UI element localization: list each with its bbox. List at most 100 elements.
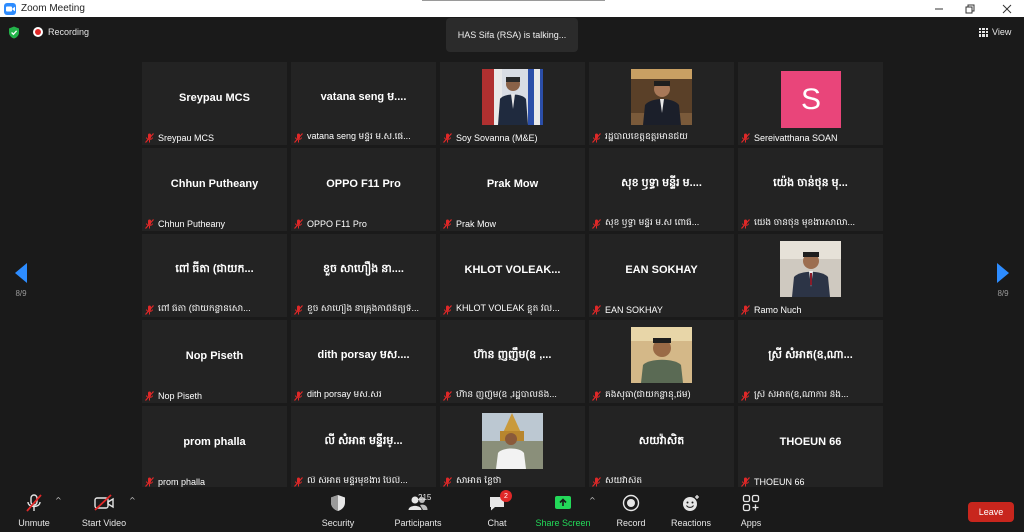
previous-page-button[interactable]: 8/9	[12, 263, 30, 298]
page-indicator-right: 8/9	[997, 289, 1009, 298]
leave-button[interactable]: Leave	[968, 502, 1014, 522]
participant-video-image	[482, 69, 543, 125]
participant-tile[interactable]: Sreypau MCS Sreypau MCS	[142, 62, 287, 145]
participant-tile[interactable]: dith porsay មស.... dith porsay មស.សរ	[291, 320, 436, 403]
restore-button[interactable]	[953, 0, 987, 17]
muted-mic-icon	[294, 304, 303, 315]
participant-label-text: KHLOT VOLEAK ខ្លុត វល័...	[456, 304, 560, 313]
chat-button[interactable]: 2 Chat	[482, 490, 512, 528]
reactions-button[interactable]: Reactions	[668, 492, 714, 528]
apps-button[interactable]: Apps	[737, 492, 765, 528]
participant-label-text: ហ៊ាន ញញឹម(ឧ ,រដ្ឋបាលនិង...	[456, 390, 557, 399]
participant-label-text: រដ្ឋបាលខេត្តឧត្តរមានជ័យ	[605, 132, 688, 141]
participant-display-name: THOEUN 66	[779, 436, 842, 448]
participant-tile[interactable]: Chhun Putheany Chhun Putheany	[142, 148, 287, 231]
grid-view-icon	[979, 27, 988, 37]
participant-tile[interactable]: រដ្ឋបាលខេត្តឧត្តរមានជ័យ	[589, 62, 734, 145]
participant-display-name: Chhun Putheany	[170, 178, 259, 190]
participant-tile[interactable]: Prak Mow Prak Mow	[440, 148, 585, 231]
participant-label: Ramo Nuch	[741, 304, 802, 315]
participant-tile[interactable]: EAN SOKHAY EAN SOKHAY	[589, 234, 734, 317]
participant-label-text: Chhun Putheany	[158, 218, 226, 229]
unmute-button[interactable]: Unmute	[14, 492, 54, 528]
participant-tile[interactable]: S Sereivatthana SOAN	[738, 62, 883, 145]
chat-label: Chat	[487, 518, 507, 528]
participant-label-text: Soy Sovanna (M&E)	[456, 132, 538, 143]
muted-mic-icon	[294, 218, 303, 229]
muted-mic-icon	[741, 132, 750, 143]
participant-display-name: លី សំអាត មន្ទីរម្...	[324, 435, 403, 447]
participant-tile[interactable]: vatana seng ម.... vatana seng មន្ទីរ ម.ស…	[291, 62, 436, 145]
participant-tile[interactable]: ហ៊ាន ញញឹម(ឧ ,... ហ៊ាន ញញឹម(ឧ ,រដ្ឋបាលនិង…	[440, 320, 585, 403]
zoom-logo-icon	[4, 2, 16, 15]
participants-button[interactable]: 215 Participants	[393, 492, 443, 528]
participant-label: ខួច សាហឿង នាគ្រុងកាពិនិត្យទិ...	[294, 304, 419, 315]
muted-mic-icon	[741, 476, 750, 487]
recording-dot-icon	[33, 27, 43, 37]
participant-tile[interactable]: Ramo Nuch	[738, 234, 883, 317]
muted-mic-icon	[145, 304, 154, 315]
close-button[interactable]	[990, 0, 1024, 17]
participant-label-text: សយវ៉ាសិត	[605, 476, 643, 485]
participant-label: THOEUN 66	[741, 476, 805, 487]
participant-tile[interactable]: ស្រី សំអាត(ឧ,ណា... ស្រី សំអាត(ឧ,ណាការ និ…	[738, 320, 883, 403]
participant-label-text: យ៉េង ចាន់ថុន មុខងារសាលា...	[754, 218, 856, 227]
next-page-button[interactable]: 8/9	[994, 263, 1012, 298]
participant-label: Soy Sovanna (M&E)	[443, 132, 538, 143]
share-options-caret-icon[interactable]: ^	[589, 496, 597, 505]
participant-video-image	[780, 241, 841, 297]
reactions-label: Reactions	[670, 518, 712, 528]
muted-mic-icon	[741, 218, 750, 229]
unmute-label: Unmute	[18, 518, 50, 528]
video-options-caret-icon[interactable]: ^	[129, 496, 137, 505]
participant-tile[interactable]: THOEUN 66 THOEUN 66	[738, 406, 883, 489]
recording-indicator[interactable]: Recording	[33, 27, 89, 37]
shield-icon	[331, 495, 345, 511]
meeting-toolbar: Unmute ^ Start Video ^ Security 215 Part…	[0, 487, 1024, 532]
shield-check-icon[interactable]	[8, 26, 20, 39]
start-video-label: Start Video	[81, 518, 127, 528]
participant-tile[interactable]: ខួច សាហឿង នា.... ខួច សាហឿង នាគ្រុងកាពិនិ…	[291, 234, 436, 317]
participant-tile[interactable]: OPPO F11 Pro OPPO F11 Pro	[291, 148, 436, 231]
participant-tile[interactable]: prom phalla prom phalla	[142, 406, 287, 489]
start-video-button[interactable]: Start Video	[80, 492, 128, 528]
view-button[interactable]: View	[979, 27, 1011, 37]
participant-label: យ៉េង ចាន់ថុន មុខងារសាលា...	[741, 218, 855, 229]
participant-display-name: ខួច សាហឿង នា....	[323, 263, 404, 275]
participant-display-name: ហ៊ាន ញញឹម(ឧ ,...	[473, 349, 552, 361]
participant-tile[interactable]: ពៅ ធីតា (ជាយក... ពៅ ធីតា (ជាយកន្លានសោ...	[142, 234, 287, 317]
participant-tile[interactable]: គង់សុធា(ជាយកន្លានុ,ជម)	[589, 320, 734, 403]
participant-label-text: prom phalla	[158, 476, 206, 487]
participant-tile[interactable]: សយវ៉ាសិត សយវ៉ាសិត	[589, 406, 734, 489]
minimize-button[interactable]	[922, 0, 956, 17]
video-off-icon	[94, 494, 114, 511]
security-button[interactable]: Security	[318, 492, 358, 528]
participant-tile[interactable]: KHLOT VOLEAK... KHLOT VOLEAK ខ្លុត វល័..…	[440, 234, 585, 317]
participant-tile[interactable]: សាអាត ខ្លៃថា	[440, 406, 585, 489]
participant-tile[interactable]: Nop Piseth Nop Piseth	[142, 320, 287, 403]
participant-display-name: Sreypau MCS	[179, 92, 250, 104]
participant-tile[interactable]: លី សំអាត មន្ទីរម្... លី សំអាត មន្ទីរមុខង…	[291, 406, 436, 489]
participant-label: Sreypau MCS	[145, 132, 214, 143]
apps-label: Apps	[740, 518, 762, 528]
participant-display-name: EAN SOKHAY	[625, 264, 698, 276]
participant-tile[interactable]: សុខ ឫទ្ធា មន្ទីរ ម.... សុខ ឫទ្ធា មន្ទីរ …	[589, 148, 734, 231]
chat-unread-badge: 2	[500, 490, 512, 502]
participant-label-text: OPPO F11 Pro	[307, 218, 367, 229]
participant-label: សុខ ឫទ្ធា មន្ទីរ ម.ស ពោធិ...	[592, 218, 699, 229]
participant-label: សាអាត ខ្លៃថា	[443, 476, 501, 487]
muted-mic-icon	[741, 304, 750, 315]
participant-tile[interactable]: យ៉េង ចាន់ថុន មុ... យ៉េង ចាន់ថុន មុខងារសា…	[738, 148, 883, 231]
view-label: View	[992, 27, 1012, 37]
audio-options-caret-icon[interactable]: ^	[55, 496, 63, 505]
participant-label-text: សុខ ឫទ្ធា មន្ទីរ ម.ស ពោធិ...	[605, 218, 700, 227]
participant-label: ស្រី សំអាត(ឧ,ណាការ និង...	[741, 390, 849, 401]
participant-label-text: សាអាត ខ្លៃថា	[456, 476, 502, 485]
participant-display-name: KHLOT VOLEAK...	[464, 264, 561, 276]
muted-mic-icon	[145, 476, 154, 487]
participant-tile[interactable]: Soy Sovanna (M&E)	[440, 62, 585, 145]
participant-display-name: dith porsay មស....	[317, 349, 410, 361]
share-screen-button[interactable]: Share Screen	[533, 492, 593, 528]
record-button[interactable]: Record	[612, 492, 650, 528]
apps-grid-icon	[742, 494, 760, 512]
